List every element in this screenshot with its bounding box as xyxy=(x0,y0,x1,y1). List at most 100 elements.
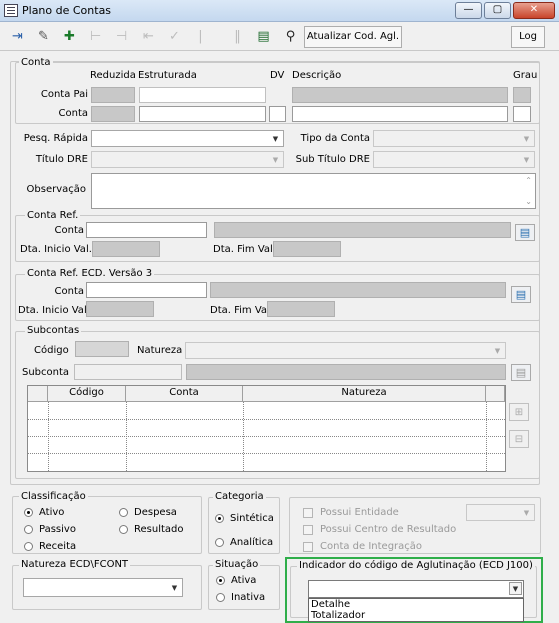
conta-pai-label: Conta Pai xyxy=(40,89,88,100)
minimize-button[interactable]: — xyxy=(455,2,482,19)
natureza-ecd-dropdown[interactable]: ▼ xyxy=(23,578,183,597)
conta-ref-dta-inicio-input xyxy=(92,241,160,257)
conta-pai-estruturada-input[interactable] xyxy=(139,87,266,103)
indicador-dropdown[interactable]: ▼ xyxy=(308,580,524,598)
grid-header-extra xyxy=(486,386,505,402)
entidade-dropdown[interactable]: ▼ xyxy=(466,504,535,521)
possui-centro-checkbox[interactable] xyxy=(303,525,313,535)
titulo-dre-dropdown[interactable]: ▼ xyxy=(91,151,284,168)
inativa-radio[interactable] xyxy=(216,593,225,602)
table-row[interactable] xyxy=(28,436,505,437)
conta-ref-ecd-legend: Conta Ref. ECD. Versão 3 xyxy=(25,268,155,279)
separator-icon: | xyxy=(198,29,203,44)
log-button[interactable]: Log xyxy=(511,26,545,48)
sintetica-radio[interactable] xyxy=(215,514,224,523)
conta-descricao-input[interactable] xyxy=(292,106,508,122)
conta-ref-ecd-dta-inicio-input xyxy=(86,301,154,317)
sub-titulo-dre-dropdown[interactable]: ▼ xyxy=(373,151,535,168)
observacao-label: Observação xyxy=(26,184,86,195)
receita-radio[interactable] xyxy=(24,542,33,551)
subcontas-codigo-input xyxy=(75,341,129,357)
conta-integracao-checkbox[interactable] xyxy=(303,542,313,552)
categoria-legend: Categoria xyxy=(213,491,266,502)
observacao-textarea[interactable]: ⌃ ⌄ xyxy=(91,173,536,209)
possui-entidade-checkbox[interactable] xyxy=(303,508,313,518)
despesa-radio[interactable] xyxy=(119,508,128,517)
passivo-radio[interactable] xyxy=(24,525,33,534)
option-totalizador[interactable]: Totalizador xyxy=(311,610,365,622)
binoculars-icon[interactable]: ⚲ xyxy=(279,25,302,48)
close-button[interactable]: ✕ xyxy=(513,2,555,19)
conta-ref-ecd-dta-inicio-label: Dta. Inicio Val xyxy=(18,305,87,316)
analitica-radio[interactable] xyxy=(215,538,224,547)
sintetica-label: Sintética xyxy=(230,513,274,524)
conta-grau-input[interactable] xyxy=(513,106,531,122)
grau-header: Grau xyxy=(513,70,538,81)
subconta-input xyxy=(74,364,182,380)
conta-ref-dta-fim-input xyxy=(273,241,341,257)
conta-pai-reduzida-input xyxy=(91,87,135,103)
conta-label: Conta xyxy=(58,108,89,119)
pesq-rapida-dropdown[interactable]: ▼ xyxy=(91,130,284,147)
inativa-label: Inativa xyxy=(231,592,266,603)
conta-ref-ecd-list-button[interactable]: ▤ xyxy=(511,286,531,303)
subcontas-codigo-label: Código xyxy=(34,345,69,356)
scroll-down-icon[interactable]: ⌄ xyxy=(525,197,532,206)
ativo-radio[interactable] xyxy=(24,508,33,517)
conta-ref-ecd-dta-fim-label: Dta. Fim Val xyxy=(210,305,270,316)
conta-pai-descricao-input xyxy=(292,87,508,103)
check-icon: ✓ xyxy=(169,29,180,44)
analitica-label: Analítica xyxy=(230,537,274,548)
subcontas-legend: Subcontas xyxy=(25,325,82,336)
conta-ref-ecd-conta-input[interactable] xyxy=(86,282,207,298)
list-icon[interactable]: ▤ xyxy=(252,25,275,48)
conta-ref-ecd-descricao-input xyxy=(210,282,506,298)
subcontas-natureza-dropdown[interactable]: ▼ xyxy=(185,342,506,359)
pesq-rapida-label: Pesq. Rápida xyxy=(23,133,88,144)
grid-remove-row-icon[interactable]: ⊟ xyxy=(509,430,529,448)
resultado-radio[interactable] xyxy=(119,525,128,534)
grid-header-conta[interactable]: Conta xyxy=(126,386,243,402)
descricao-header: Descrição xyxy=(292,70,342,81)
subconta-label: Subconta xyxy=(22,367,70,378)
table-row[interactable] xyxy=(28,453,505,454)
grid-add-row-icon[interactable]: ⊞ xyxy=(509,403,529,421)
tipo-conta-label: Tipo da Conta xyxy=(300,133,370,144)
grid-header-natureza[interactable]: Natureza xyxy=(243,386,486,402)
conta-ref-list-button[interactable]: ▤ xyxy=(515,224,535,241)
conta-ref-dta-fim-label: Dta. Fim Val. xyxy=(213,244,276,255)
ativa-radio[interactable] xyxy=(216,576,225,585)
conta-dv-input[interactable] xyxy=(269,106,286,122)
chevron-down-icon: ▼ xyxy=(509,582,522,595)
scroll-up-icon[interactable]: ⌃ xyxy=(525,176,532,185)
conta-ref-ecd-conta-label: Conta xyxy=(54,286,85,297)
conta-ref-conta-input[interactable] xyxy=(86,222,207,238)
list-icon: ▤ xyxy=(515,366,527,379)
subcontas-grid[interactable]: Código Conta Natureza xyxy=(27,385,506,472)
subconta-list-button[interactable]: ▤ xyxy=(511,364,531,381)
estruturada-header: Estruturada xyxy=(138,70,197,81)
atualizar-cod-agl-button[interactable]: Atualizar Cod. Agl. xyxy=(304,26,402,48)
conta-legend: Conta xyxy=(19,57,53,68)
grid-header-codigo[interactable]: Código xyxy=(48,386,126,402)
ativo-label: Ativo xyxy=(39,507,65,518)
classificacao-legend: Classificação xyxy=(19,491,88,502)
pause-icon: ‖ xyxy=(234,29,241,44)
indicador-legend: Indicador do código de Aglutinação (ECD … xyxy=(297,560,535,571)
subconta-descricao-input xyxy=(186,364,506,380)
chevron-down-icon: ▼ xyxy=(494,346,501,355)
title-bar: Plano de Contas — ▢ ✕ xyxy=(0,0,559,22)
table-row[interactable] xyxy=(28,419,505,420)
maximize-button[interactable]: ▢ xyxy=(484,2,511,19)
edit-pencil-icon[interactable]: ✎ xyxy=(32,25,55,48)
add-record-icon[interactable]: ✚ xyxy=(58,25,81,48)
conta-reduzida-input xyxy=(91,106,135,122)
exit-icon[interactable]: ⇥ xyxy=(6,25,29,48)
despesa-label: Despesa xyxy=(134,507,177,518)
chevron-down-icon: ▼ xyxy=(171,583,178,592)
ativa-label: Ativa xyxy=(231,575,257,586)
conta-estruturada-input[interactable] xyxy=(139,106,266,122)
chevron-down-icon: ▼ xyxy=(523,155,530,164)
tipo-conta-dropdown[interactable]: ▼ xyxy=(373,130,535,147)
indicador-options-list[interactable]: Detalhe Totalizador xyxy=(308,598,524,622)
